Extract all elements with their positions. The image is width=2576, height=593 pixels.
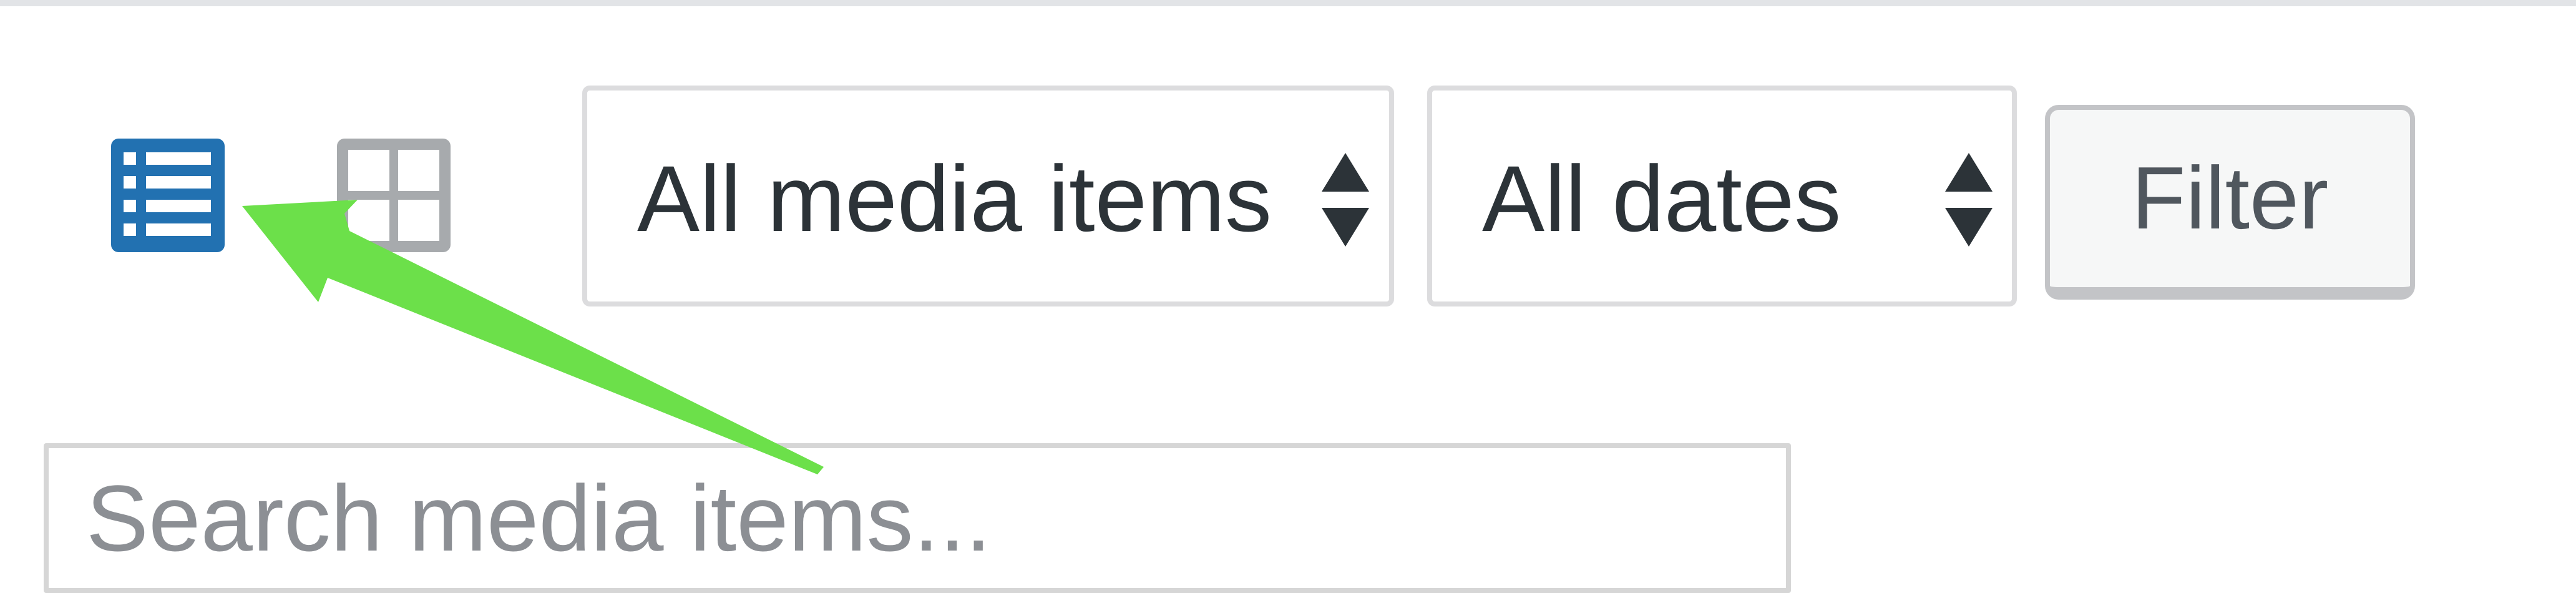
up-down-arrows-icon: [1944, 153, 1994, 247]
date-select-value: All dates: [1482, 146, 1842, 251]
date-select[interactable]: All dates: [1427, 86, 2017, 306]
search-input[interactable]: [44, 443, 1791, 593]
list-view-icon[interactable]: [111, 139, 225, 252]
top-divider: [0, 0, 2576, 6]
media-type-select-value: All media items: [637, 146, 1272, 251]
filter-button[interactable]: Filter: [2045, 105, 2415, 300]
media-type-select[interactable]: All media items: [582, 86, 1394, 306]
grid-view-icon[interactable]: [337, 139, 451, 252]
up-down-arrows-icon: [1320, 153, 1370, 247]
